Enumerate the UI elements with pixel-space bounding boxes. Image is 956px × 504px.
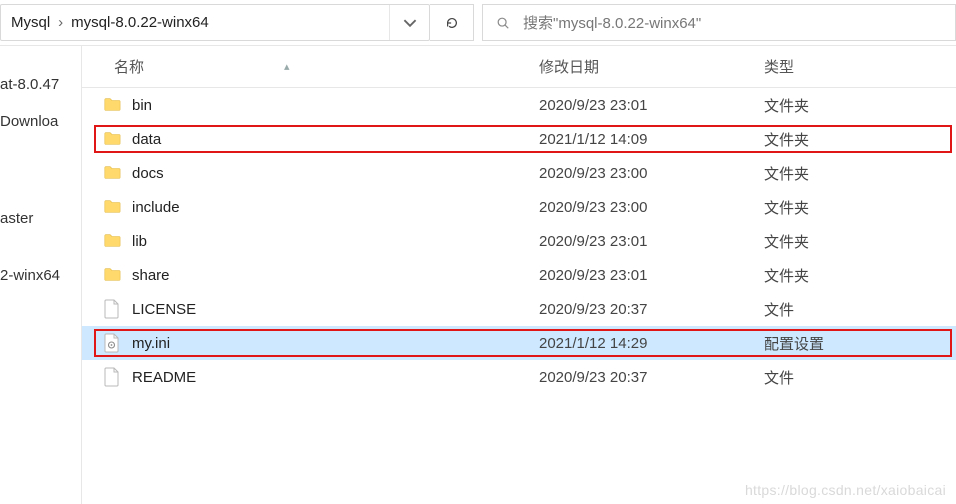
col-type[interactable]: 类型 (764, 56, 956, 77)
folder-icon (102, 129, 122, 149)
col-name[interactable]: 名称 ▴ (114, 56, 539, 77)
address-dropdown[interactable] (389, 5, 429, 40)
file-name: README (132, 369, 196, 386)
chevron-down-icon (400, 13, 420, 33)
sidebar-item[interactable] (0, 160, 81, 180)
sidebar-item[interactable]: aster (0, 200, 81, 237)
cell-date: 2020/9/23 23:01 (539, 267, 764, 284)
cell-type: 文件 (764, 299, 956, 320)
cell-type: 文件 (764, 367, 956, 388)
breadcrumb-1[interactable]: Mysql (11, 14, 50, 31)
cell-date: 2021/1/12 14:09 (539, 131, 764, 148)
refresh-button[interactable] (430, 4, 474, 41)
sidebar-item[interactable] (0, 140, 81, 160)
breadcrumb-sep: › (58, 14, 63, 31)
folder-icon (102, 231, 122, 251)
file-name: include (132, 199, 180, 216)
cell-date: 2020/9/23 23:00 (539, 165, 764, 182)
sidebar-item[interactable] (0, 237, 81, 257)
cell-type: 文件夹 (764, 163, 956, 184)
cell-type: 文件夹 (764, 231, 956, 252)
folder-icon (102, 265, 122, 285)
cell-name: share (102, 265, 539, 285)
body: at-8.0.47 Downloa aster 2-winx64 名称 ▴ 修改… (0, 46, 956, 504)
table-row[interactable]: my.ini 2021/1/12 14:29配置设置 (82, 326, 956, 360)
table-row[interactable]: README 2020/9/23 20:37文件 (82, 360, 956, 394)
file-name: data (132, 131, 161, 148)
file-name: share (132, 267, 170, 284)
col-name-label: 名称 (114, 56, 144, 77)
search-placeholder: 搜索"mysql-8.0.22-winx64" (523, 12, 701, 33)
cell-date: 2020/9/23 23:00 (539, 199, 764, 216)
cell-type: 配置设置 (764, 333, 956, 354)
col-date[interactable]: 修改日期 (539, 56, 764, 77)
file-icon (102, 367, 122, 387)
cell-date: 2020/9/23 23:01 (539, 97, 764, 114)
file-name: bin (132, 97, 152, 114)
address-bar[interactable]: Mysql › mysql-8.0.22-winx64 (0, 4, 430, 41)
file-name: LICENSE (132, 301, 196, 318)
cell-name: docs (102, 163, 539, 183)
sidebar[interactable]: at-8.0.47 Downloa aster 2-winx64 (0, 46, 82, 504)
table-row[interactable]: lib 2020/9/23 23:01文件夹 (82, 224, 956, 258)
cell-date: 2021/1/12 14:29 (539, 335, 764, 352)
search-input[interactable]: 搜索"mysql-8.0.22-winx64" (482, 4, 956, 41)
cell-name: README (102, 367, 539, 387)
file-name: my.ini (132, 335, 170, 352)
column-headers: 名称 ▴ 修改日期 类型 (82, 46, 956, 88)
table-row[interactable]: include 2020/9/23 23:00文件夹 (82, 190, 956, 224)
file-rows: bin2020/9/23 23:01文件夹data2021/1/12 14:09… (82, 88, 956, 504)
ini-file-icon (102, 333, 122, 353)
cell-name: data (102, 129, 539, 149)
refresh-icon (442, 13, 462, 33)
sidebar-item[interactable]: at-8.0.47 (0, 66, 81, 103)
breadcrumb-2[interactable]: mysql-8.0.22-winx64 (71, 14, 209, 31)
folder-icon (102, 163, 122, 183)
cell-name: include (102, 197, 539, 217)
cell-name: bin (102, 95, 539, 115)
cell-type: 文件夹 (764, 95, 956, 116)
cell-date: 2020/9/23 20:37 (539, 301, 764, 318)
sidebar-item[interactable]: Downloa (0, 103, 81, 140)
search-icon (493, 13, 513, 33)
sidebar-item[interactable]: 2-winx64 (0, 257, 81, 294)
top-bar: Mysql › mysql-8.0.22-winx64 搜索"mysql-8.0… (0, 0, 956, 46)
sidebar-item[interactable] (0, 180, 81, 200)
table-row[interactable]: docs 2020/9/23 23:00文件夹 (82, 156, 956, 190)
file-name: docs (132, 165, 164, 182)
watermark: https://blog.csdn.net/xaiobaicai (745, 482, 946, 498)
cell-name: lib (102, 231, 539, 251)
cell-name: my.ini (102, 333, 539, 353)
cell-date: 2020/9/23 20:37 (539, 369, 764, 386)
table-row[interactable]: share 2020/9/23 23:01文件夹 (82, 258, 956, 292)
table-row[interactable]: bin 2020/9/23 23:01文件夹 (82, 88, 956, 122)
cell-name: LICENSE (102, 299, 539, 319)
table-row[interactable]: data 2021/1/12 14:09文件夹 (82, 122, 956, 156)
file-icon (102, 299, 122, 319)
folder-icon (102, 197, 122, 217)
file-name: lib (132, 233, 147, 250)
cell-type: 文件夹 (764, 265, 956, 286)
folder-icon (102, 95, 122, 115)
table-row[interactable]: LICENSE 2020/9/23 20:37文件 (82, 292, 956, 326)
sort-asc-icon: ▴ (284, 60, 290, 73)
cell-date: 2020/9/23 23:01 (539, 233, 764, 250)
cell-type: 文件夹 (764, 197, 956, 218)
cell-type: 文件夹 (764, 129, 956, 150)
file-list-pane: 名称 ▴ 修改日期 类型 bin2020/9/23 23:01文件夹data20… (82, 46, 956, 504)
